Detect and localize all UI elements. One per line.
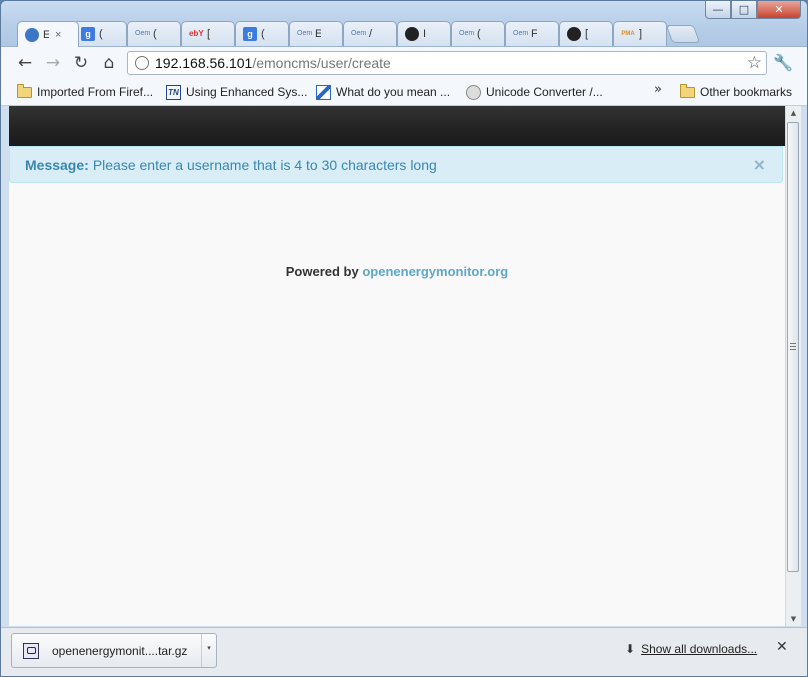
phpmyadmin-icon: PMA [621, 31, 635, 37]
globe-icon [466, 84, 481, 100]
download-item[interactable]: openenergymonit....tar.gz ▾ [11, 633, 217, 668]
archive-file-icon [23, 642, 39, 659]
tab-openenergymonitor-5[interactable]: Oem F [505, 21, 559, 46]
info-alert: Message: Please enter a username that is… [9, 146, 783, 183]
alert-message: Please enter a username that is 4 to 30 … [92, 156, 437, 173]
page-info-icon[interactable] [135, 56, 149, 70]
home-icon[interactable]: ⌂ [99, 53, 119, 73]
google-icon: g [243, 27, 257, 41]
google-icon: g [81, 27, 95, 41]
tab-openenergymonitor-4[interactable]: Oem ( [451, 21, 505, 46]
bookmark-site-icon [316, 84, 331, 100]
github-icon [405, 27, 419, 41]
bookmark-label: Unicode Converter /... [486, 85, 603, 99]
bookmarks-overflow-chevron-icon[interactable]: » [654, 82, 662, 97]
openenergymonitor-icon: Oem [351, 30, 367, 37]
github-icon [567, 27, 581, 41]
tab-label: ( [99, 28, 103, 40]
tab-strip: E × g ( Oem ( ebY [ g ( Oem E Oem / I [9, 21, 729, 47]
tab-openenergymonitor[interactable]: Oem ( [127, 21, 181, 46]
openenergymonitor-link[interactable]: openenergymonitor.org [362, 264, 508, 279]
alert-close-icon[interactable]: × [753, 155, 766, 174]
page-viewport: Message: Please enter a username that is… [9, 106, 785, 626]
forward-arrow-icon[interactable]: → [43, 53, 63, 73]
downloads-shelf: openenergymonit....tar.gz ▾ ⬇ Show all d… [1, 627, 807, 676]
tab-label: ( [153, 28, 157, 40]
openenergymonitor-icon: Oem [135, 30, 151, 37]
tab-google[interactable]: g ( [73, 21, 127, 46]
bookmark-unicode-converter[interactable]: Unicode Converter /... [466, 83, 603, 101]
back-arrow-icon[interactable]: ← [15, 53, 35, 73]
tab-label: [ [207, 28, 211, 40]
tab-openenergymonitor-2[interactable]: Oem E [289, 21, 343, 46]
scroll-down-arrow-icon[interactable]: ▼ [786, 612, 801, 626]
bookmark-what-do-you-mean[interactable]: What do you mean ... [316, 83, 450, 101]
browser-window: — □ ✕ E × g ( Oem ( ebY [ g ( Oem E [0, 0, 808, 677]
download-file-name: openenergymonit....tar.gz [52, 643, 188, 658]
download-menu-arrow-icon[interactable]: ▾ [201, 634, 216, 667]
scroll-up-arrow-icon[interactable]: ▲ [786, 106, 801, 120]
show-all-downloads-link[interactable]: ⬇ Show all downloads... [625, 642, 757, 656]
folder-icon [680, 83, 695, 98]
download-arrow-icon: ⬇ [625, 642, 636, 656]
tab-label: E [43, 29, 49, 41]
bookmark-star-icon[interactable]: ☆ [747, 53, 762, 73]
tab-label: [ [585, 28, 589, 40]
openenergymonitor-icon: Oem [297, 30, 313, 37]
tn-icon: TN [166, 84, 181, 100]
tab-label: ( [477, 28, 481, 40]
bookmark-enhanced-sys[interactable]: TN Using Enhanced Sys... [166, 83, 307, 101]
powered-by-text: Powered by [285, 264, 359, 279]
tab-label: E [315, 28, 321, 40]
tab-label: / [369, 28, 373, 40]
reload-icon[interactable]: ↻ [71, 53, 91, 73]
tab-phpmyadmin[interactable]: PMA ] [613, 21, 667, 46]
maximize-button[interactable]: □ [731, 1, 757, 19]
bookmark-label: Using Enhanced Sys... [186, 85, 308, 99]
close-tab-icon[interactable]: × [55, 29, 61, 41]
openenergymonitor-icon: Oem [513, 30, 529, 37]
new-tab-button[interactable] [665, 25, 701, 43]
grip-icon [790, 343, 796, 350]
tab-github[interactable]: I [397, 21, 451, 46]
ebay-icon: ebY [189, 29, 204, 38]
tab-label: F [531, 28, 537, 40]
tab-label: ( [261, 28, 265, 40]
wrench-menu-icon[interactable]: 🔧 [773, 53, 793, 72]
tab-emoncms[interactable]: E × [17, 21, 79, 47]
folder-icon [17, 83, 32, 98]
tab-github-2[interactable]: [ [559, 21, 613, 46]
close-shelf-icon[interactable]: ✕ [776, 639, 788, 655]
bookmark-label: What do you mean ... [336, 85, 451, 99]
tab-label: I [423, 28, 427, 40]
bookmark-imported-folder[interactable]: Imported From Firef... [17, 83, 153, 101]
scrollbar-thumb[interactable] [787, 122, 799, 572]
minimize-button[interactable]: — [705, 1, 731, 19]
tab-google-2[interactable]: g ( [235, 21, 289, 46]
tab-ebay[interactable]: ebY [ [181, 21, 235, 46]
vertical-scrollbar[interactable]: ▲ ▼ [785, 106, 801, 626]
address-bar[interactable]: 192.168.56.101/emoncms/user/create ☆ [127, 51, 767, 75]
navigation-toolbar: ← → ↻ ⌂ 192.168.56.101/emoncms/user/crea… [1, 46, 807, 81]
alert-title: Message: [25, 156, 89, 173]
other-bookmarks-label: Other bookmarks [700, 85, 793, 99]
url-host: 192.168.56.101 [155, 55, 253, 71]
window-controls: — □ ✕ [705, 1, 801, 21]
bookmark-label: Imported From Firef... [37, 85, 154, 99]
url-path: /emoncms/user/create [252, 55, 391, 71]
show-all-downloads-label: Show all downloads... [641, 642, 758, 656]
bookmarks-bar: Imported From Firef... TN Using Enhanced… [1, 80, 807, 106]
site-navbar [9, 106, 785, 146]
tab-openenergymonitor-3[interactable]: Oem / [343, 21, 397, 46]
tab-label: ] [639, 28, 643, 40]
openenergymonitor-icon: Oem [459, 30, 475, 37]
other-bookmarks-folder[interactable]: Other bookmarks [680, 83, 792, 101]
powered-by-footer: Powered by openenergymonitor.org [9, 264, 785, 279]
close-window-button[interactable]: ✕ [757, 1, 801, 19]
emoncms-icon [25, 27, 39, 42]
